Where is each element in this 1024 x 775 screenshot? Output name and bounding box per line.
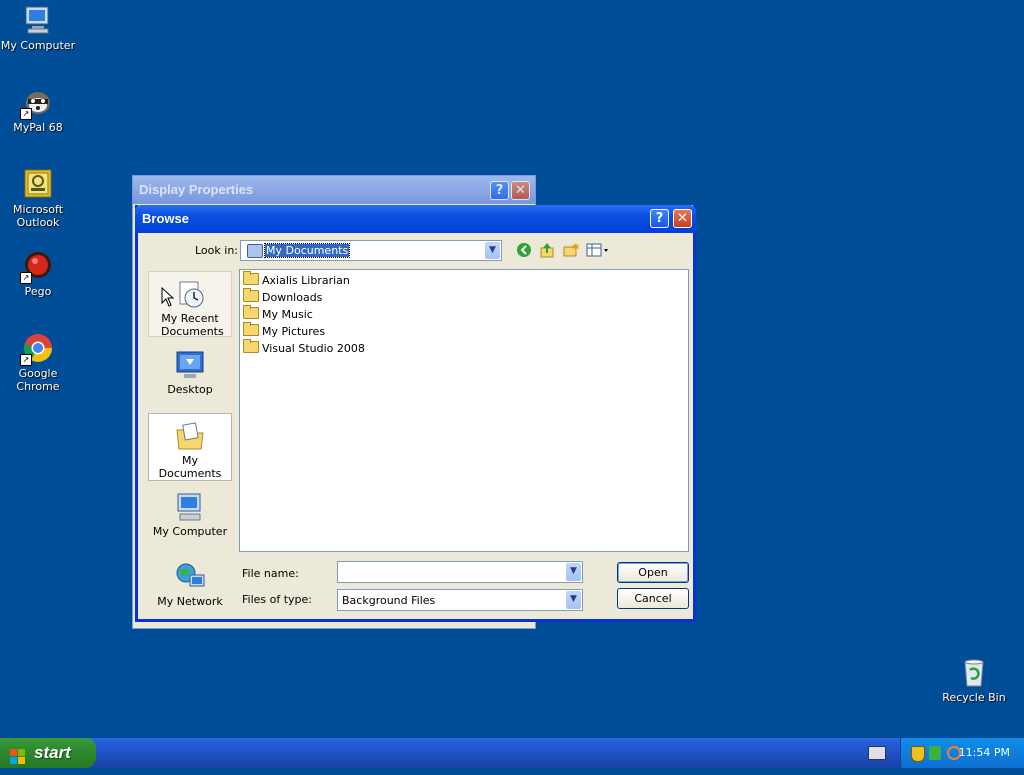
file-name: Downloads bbox=[262, 291, 323, 304]
folder-icon bbox=[243, 305, 259, 319]
recycle-bin-icon bbox=[958, 656, 990, 688]
place-label: My Computer bbox=[152, 525, 228, 538]
browse-title-bar: Browse bbox=[135, 205, 696, 233]
recent-documents-icon bbox=[174, 278, 206, 310]
place-label: My Network bbox=[157, 595, 223, 608]
shortcut-arrow-icon: ↗ bbox=[20, 354, 32, 366]
chevron-down-icon[interactable]: ▼ bbox=[566, 563, 581, 581]
keyboard-icon[interactable] bbox=[868, 746, 886, 760]
help-button[interactable]: ? bbox=[490, 181, 509, 200]
place-desktop[interactable]: Desktop bbox=[148, 343, 232, 409]
shortcut-arrow-icon: ↗ bbox=[20, 272, 32, 284]
clock: 11:54 PM bbox=[958, 746, 1010, 759]
folder-icon bbox=[247, 244, 263, 258]
place-label: My Documents bbox=[158, 454, 222, 480]
network-icon[interactable] bbox=[929, 746, 941, 760]
place-label: My Recent Documents bbox=[161, 312, 224, 338]
cancel-button[interactable]: Cancel bbox=[617, 588, 689, 609]
places-bar: My Recent Documents Desktop My Documents… bbox=[148, 269, 234, 608]
chevron-down-icon[interactable]: ▼ bbox=[485, 242, 500, 259]
desktop-icon-recycle-bin[interactable]: Recycle Bin bbox=[936, 656, 1012, 704]
file-name: My Music bbox=[262, 308, 313, 321]
start-button[interactable]: start bbox=[0, 738, 96, 768]
look-in-dropdown[interactable]: My Documents ▼ bbox=[240, 240, 502, 261]
up-folder-icon[interactable] bbox=[538, 242, 556, 260]
folder-icon bbox=[243, 322, 259, 336]
file-type-label: Files of type: bbox=[242, 593, 313, 606]
desktop-icon-mypal[interactable]: ↗ MyPal 68 bbox=[0, 86, 76, 134]
file-name: Axialis Librarian bbox=[262, 274, 350, 287]
browse-title: Browse bbox=[142, 211, 189, 226]
open-button[interactable]: Open bbox=[617, 562, 689, 583]
chrome-icon: ↗ bbox=[20, 332, 54, 366]
file-list[interactable]: Axialis Librarian Downloads My Music My … bbox=[239, 269, 689, 552]
system-tray: 11:54 PM bbox=[900, 738, 1024, 768]
svg-text:✱: ✱ bbox=[572, 243, 579, 253]
folder-icon bbox=[243, 271, 259, 285]
my-computer-icon bbox=[22, 4, 54, 36]
file-name: My Pictures bbox=[262, 325, 326, 338]
view-menu-icon[interactable] bbox=[586, 242, 610, 260]
file-type-dropdown[interactable]: Background Files ▼ bbox=[337, 589, 583, 611]
desktop-icon-label: Pego bbox=[24, 285, 52, 298]
list-item[interactable]: My Pictures bbox=[243, 322, 326, 340]
look-in-label: Look in: bbox=[195, 244, 238, 257]
outlook-icon bbox=[22, 168, 54, 200]
desktop-icon-my-computer[interactable]: My Computer bbox=[0, 4, 76, 52]
shortcut-arrow-icon: ↗ bbox=[20, 108, 32, 120]
desktop-icon-pego[interactable]: ↗ Pego bbox=[0, 250, 76, 298]
new-folder-icon[interactable]: ✱ bbox=[562, 242, 580, 260]
desktop-icon-label: My Computer bbox=[0, 39, 76, 52]
folder-icon bbox=[243, 339, 259, 353]
help-button[interactable]: ? bbox=[650, 209, 669, 228]
windows-logo-icon bbox=[10, 745, 26, 764]
file-name-input[interactable]: ▼ bbox=[337, 561, 583, 583]
place-my-network[interactable]: My Network bbox=[148, 555, 232, 608]
start-label: start bbox=[34, 743, 71, 762]
desktop-icon-label: MyPal 68 bbox=[13, 121, 63, 134]
my-network-icon bbox=[174, 561, 206, 593]
pego-icon: ↗ bbox=[20, 250, 54, 284]
desktop-icon bbox=[174, 349, 206, 381]
close-button[interactable]: ✕ bbox=[673, 209, 692, 228]
display-properties-title: Display Properties bbox=[133, 176, 535, 204]
file-name: Visual Studio 2008 bbox=[262, 342, 365, 355]
look-in-value: My Documents bbox=[263, 243, 351, 258]
chevron-down-icon[interactable]: ▼ bbox=[566, 591, 581, 609]
desktop-icon-label: Recycle Bin bbox=[942, 691, 1006, 704]
raccoon-icon: ↗ bbox=[20, 86, 54, 120]
place-my-documents[interactable]: My Documents bbox=[148, 413, 232, 481]
browse-dialog: Browse ? ✕ Look in: My Documents ▼ ✱ My … bbox=[135, 205, 696, 622]
list-item[interactable]: Downloads bbox=[243, 288, 323, 306]
list-item[interactable]: Visual Studio 2008 bbox=[243, 339, 365, 357]
place-my-computer[interactable]: My Computer bbox=[148, 485, 232, 551]
desktop-icon-label: Microsoft Outlook bbox=[12, 203, 64, 229]
place-label: Desktop bbox=[167, 383, 213, 396]
close-button[interactable]: ✕ bbox=[511, 181, 530, 200]
desktop-icon-outlook[interactable]: Microsoft Outlook bbox=[0, 168, 76, 229]
mouse-pointer-icon bbox=[161, 287, 175, 307]
desktop-icon-chrome[interactable]: ↗ Google Chrome bbox=[0, 332, 76, 393]
list-item[interactable]: My Music bbox=[243, 305, 313, 323]
list-item[interactable]: Axialis Librarian bbox=[243, 271, 350, 289]
security-shield-icon[interactable] bbox=[911, 746, 925, 762]
my-documents-icon bbox=[174, 420, 206, 452]
folder-icon bbox=[243, 288, 259, 302]
taskbar: start 11:54 PM bbox=[0, 738, 1024, 768]
back-icon[interactable] bbox=[515, 242, 533, 260]
file-type-value: Background Files bbox=[342, 594, 436, 607]
my-computer-icon bbox=[174, 491, 206, 523]
file-name-label: File name: bbox=[242, 567, 299, 580]
desktop-icon-label: Google Chrome bbox=[16, 367, 60, 393]
